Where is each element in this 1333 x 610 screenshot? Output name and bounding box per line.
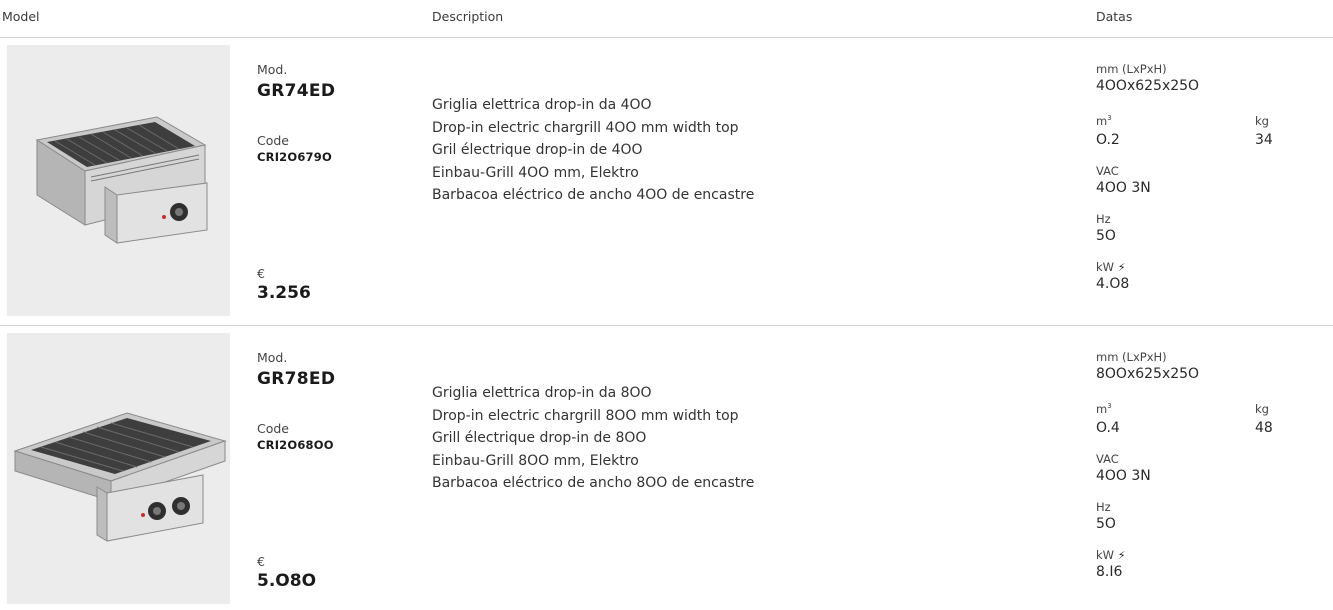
product-row: Mod. GR74ED Code CRI2O679O € 3.256 Grigl… xyxy=(0,38,1333,326)
frequency-label: Hz xyxy=(1096,212,1111,226)
weight-value: 48 xyxy=(1255,420,1273,436)
table-header: Model Description Datas xyxy=(0,0,1333,38)
voltage-value: 4OO 3N xyxy=(1096,180,1151,196)
frequency-label: Hz xyxy=(1096,500,1111,514)
header-model: Model xyxy=(2,9,40,24)
voltage-value: 4OO 3N xyxy=(1096,468,1151,484)
description-line: Barbacoa eléctrico de ancho 4OO de encas… xyxy=(432,187,755,203)
weight-label: kg xyxy=(1255,402,1269,416)
description-line: Griglia elettrica drop-in da 8OO xyxy=(432,385,652,401)
currency-label: € xyxy=(257,554,265,569)
description-list: Griglia elettrica drop-in da 4OO Drop-in… xyxy=(432,94,754,207)
power-value: 8.I6 xyxy=(1096,564,1123,580)
power-label: kW ⚡ xyxy=(1096,260,1126,274)
code-value: CRI2O679O xyxy=(257,150,332,164)
description-line: Einbau-Grill 8OO mm, Elektro xyxy=(432,452,639,469)
currency-label: € xyxy=(257,266,265,281)
header-description: Description xyxy=(432,9,504,24)
product-image xyxy=(7,45,230,316)
description-line: Drop-in electric chargrill 4OO mm width … xyxy=(432,119,739,136)
description-line: Barbacoa eléctrico de ancho 8OO de encas… xyxy=(432,475,755,491)
weight-value: 34 xyxy=(1255,132,1273,148)
dims-label: mm (LxPxH) xyxy=(1096,350,1167,364)
description-line: Grill électrique drop-in de 8OO xyxy=(432,430,647,446)
code-value: CRI2O68OO xyxy=(257,438,334,452)
model-value: GR78ED xyxy=(257,369,336,389)
model-value: GR74ED xyxy=(257,81,336,101)
product-image xyxy=(7,333,230,604)
description-list: Griglia elettrica drop-in da 8OO Drop-in… xyxy=(432,382,754,495)
lightning-icon: ⚡ xyxy=(1117,261,1126,274)
volume-value: O.4 xyxy=(1096,420,1120,436)
description-line: Gril électrique drop-in de 4OO xyxy=(432,142,643,158)
description-line: Drop-in electric chargrill 8OO mm width … xyxy=(432,407,739,424)
power-label: kW ⚡ xyxy=(1096,548,1126,562)
volume-label: m3 xyxy=(1096,402,1112,416)
description-line: Einbau-Grill 4OO mm, Elektro xyxy=(432,164,639,181)
weight-label: kg xyxy=(1255,114,1269,128)
model-label: Mod. xyxy=(257,62,288,77)
dims-value: 8OOx625x25O xyxy=(1096,366,1200,382)
voltage-label: VAC xyxy=(1096,164,1119,178)
voltage-label: VAC xyxy=(1096,452,1119,466)
volume-label: m3 xyxy=(1096,114,1112,128)
frequency-value: 5O xyxy=(1096,228,1116,244)
price-value: 5.O8O xyxy=(257,571,317,591)
power-value: 4.O8 xyxy=(1096,276,1130,292)
dims-value: 4OOx625x25O xyxy=(1096,78,1200,94)
code-label: Code xyxy=(257,421,290,436)
code-label: Code xyxy=(257,133,290,148)
header-datas: Datas xyxy=(1096,9,1133,24)
price-value: 3.256 xyxy=(257,283,311,303)
product-row: Mod. GR78ED Code CRI2O68OO € 5.O8O Grigl… xyxy=(0,326,1333,610)
volume-value: O.2 xyxy=(1096,132,1120,148)
frequency-value: 5O xyxy=(1096,516,1116,532)
dims-label: mm (LxPxH) xyxy=(1096,62,1167,76)
description-line: Griglia elettrica drop-in da 4OO xyxy=(432,97,652,113)
model-label: Mod. xyxy=(257,350,288,365)
lightning-icon: ⚡ xyxy=(1117,549,1126,562)
